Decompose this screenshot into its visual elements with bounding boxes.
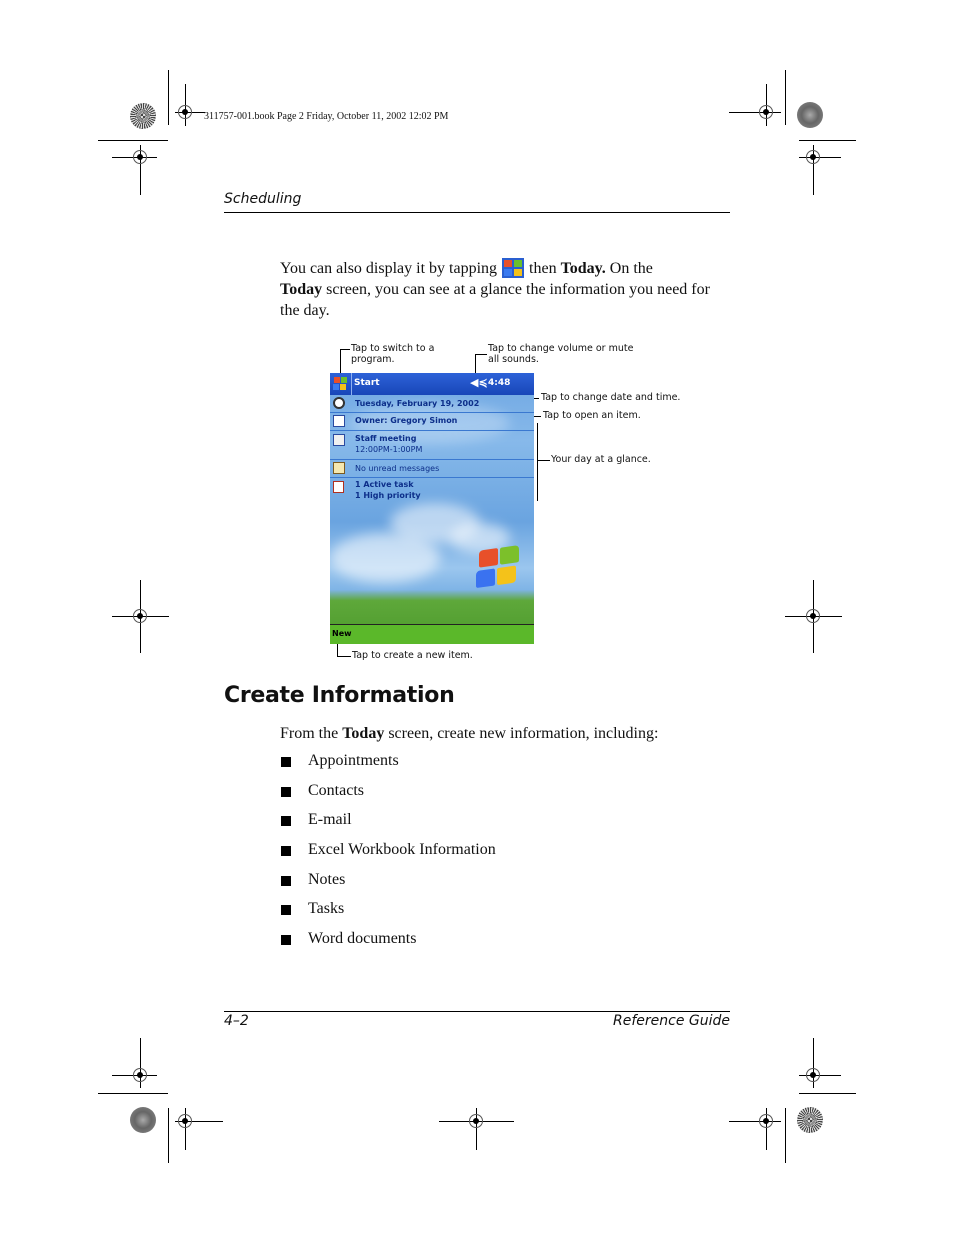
registration-dot xyxy=(797,1107,823,1133)
taskbar: Start ◀︎≼ 4:48 xyxy=(330,373,534,395)
windows-start-icon xyxy=(502,258,525,278)
registration-target xyxy=(759,1114,773,1128)
bullet-square xyxy=(281,846,291,857)
windows-logo xyxy=(476,545,520,591)
registration-dot xyxy=(130,1107,156,1133)
clock[interactable]: 4:48 xyxy=(488,378,510,388)
page-number: 4–2 xyxy=(224,1013,249,1029)
list-item: Excel Workbook Information xyxy=(280,841,496,871)
list-item: Word documents xyxy=(280,930,496,960)
registration-target xyxy=(806,609,820,623)
bullet-square xyxy=(281,816,291,827)
calendar-icon xyxy=(333,434,345,446)
clock-icon xyxy=(333,397,345,409)
list-item: Appointments xyxy=(280,752,496,782)
speaker-icon[interactable]: ◀︎≼ xyxy=(470,376,488,389)
bullet-square xyxy=(281,757,291,767)
footer-rule xyxy=(224,1011,730,1012)
owner-row[interactable]: Owner: Gregory Simon xyxy=(330,413,534,431)
bullet-square xyxy=(281,786,291,797)
date-row[interactable]: Tuesday, February 19, 2002 xyxy=(330,395,534,413)
print-slug: 311757-001.book Page 2 Friday, October 1… xyxy=(204,111,449,122)
list-item: E-mail xyxy=(280,811,496,841)
registration-target xyxy=(759,105,773,119)
calendar-row[interactable]: Staff meeting 12:00PM-1:00PM xyxy=(330,431,534,460)
envelope-icon xyxy=(333,462,345,474)
section-heading: Create Information xyxy=(224,683,455,708)
registration-dot xyxy=(797,102,823,128)
callout-date: Tap to change date and time. xyxy=(541,392,681,403)
today-screen: Start ◀︎≼ 4:48 Tuesday, February 19, 200… xyxy=(330,373,534,644)
list-item: Notes xyxy=(280,871,496,901)
header-rule xyxy=(224,212,730,213)
callout-glance: Your day at a glance. xyxy=(551,454,651,465)
registration-target xyxy=(178,1114,192,1128)
section-lead: From the Today screen, create new inform… xyxy=(280,725,659,742)
callout-volume: Tap to change volume or mute all sounds. xyxy=(488,343,634,365)
registration-target xyxy=(178,105,192,119)
contact-card-icon xyxy=(333,415,345,427)
registration-target xyxy=(806,1068,820,1082)
bullet-square xyxy=(281,935,291,946)
inbox-row[interactable]: No unread messages xyxy=(330,460,534,478)
registration-target xyxy=(806,150,820,164)
new-menu-button[interactable]: New xyxy=(332,629,352,638)
intro-paragraph: You can also display it by tapping then T… xyxy=(280,258,710,319)
list-item: Contacts xyxy=(280,782,496,812)
registration-dot xyxy=(130,103,156,129)
callout-start: Tap to switch to a program. xyxy=(351,343,435,365)
tasks-row[interactable]: 1 Active task 1 High priority xyxy=(330,478,534,506)
start-label[interactable]: Start xyxy=(354,378,380,388)
callout-new: Tap to create a new item. xyxy=(352,650,473,661)
bullet-square xyxy=(281,905,291,916)
bullet-square xyxy=(281,875,291,886)
registration-target xyxy=(133,150,147,164)
registration-target xyxy=(133,609,147,623)
task-checkbox-icon xyxy=(333,481,344,493)
callout-owner: Tap to open an item. xyxy=(543,410,641,421)
running-head: Scheduling xyxy=(224,191,302,207)
create-info-list: Appointments Contacts E-mail Excel Workb… xyxy=(280,752,496,960)
list-item: Tasks xyxy=(280,900,496,930)
menu-bar: New xyxy=(330,624,534,644)
book-title: Reference Guide xyxy=(613,1013,730,1029)
registration-target xyxy=(133,1068,147,1082)
registration-target xyxy=(469,1114,483,1128)
start-button[interactable] xyxy=(330,373,352,395)
